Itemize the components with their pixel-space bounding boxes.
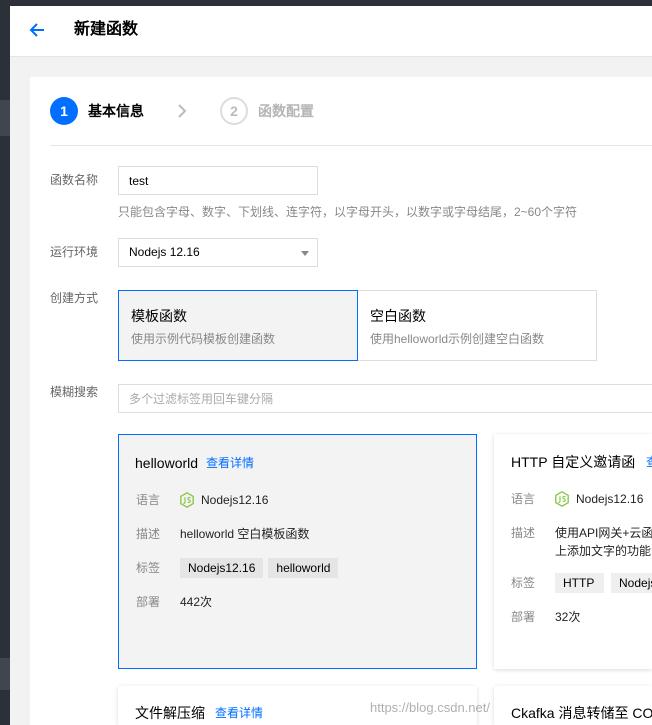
chevron-right-icon xyxy=(177,103,187,119)
sidebar-item[interactable] xyxy=(0,658,10,690)
description-line: 上添加文字的功能 xyxy=(555,544,652,558)
language-value: Nodejs12.16 xyxy=(576,492,644,506)
description-label: 描述 xyxy=(511,526,536,540)
card-header: 文件解压缩 查看详情 xyxy=(135,704,263,722)
card-title: helloworld xyxy=(135,455,199,471)
language-label: 语言 xyxy=(511,492,536,506)
caret-down-icon xyxy=(301,251,309,256)
deploys-value: 32次 xyxy=(555,610,581,624)
tag-chip: HTTP xyxy=(555,573,604,593)
card-header: helloworld 查看详情 xyxy=(135,454,254,472)
sidebar-item-active[interactable] xyxy=(0,100,10,136)
language-label: 语言 xyxy=(136,493,161,507)
step-1-label: 基本信息 xyxy=(88,103,144,119)
runtime-label: 运行环境 xyxy=(50,245,99,259)
card-title: Ckafka 消息转储至 CO xyxy=(511,705,652,721)
create-mode-option-blank[interactable]: 空白函数 使用helloworld示例创建空白函数 xyxy=(357,290,597,361)
deploys-label: 部署 xyxy=(511,610,536,624)
tag-chip: Nodejs12.16 xyxy=(180,558,264,578)
create-mode-label: 创建方式 xyxy=(50,291,99,305)
tag-chip: Nodejs xyxy=(611,573,652,593)
back-button[interactable] xyxy=(29,22,45,38)
fuzzy-search-label: 模糊搜索 xyxy=(50,385,99,399)
description-line: 使用API网关+云函 xyxy=(555,526,652,540)
watermark: https://blog.csdn.net/ xyxy=(370,700,490,715)
arrow-left-icon xyxy=(29,23,44,37)
option-desc: 使用示例代码模板创建函数 xyxy=(131,332,276,346)
tag-chip: helloworld xyxy=(268,558,339,578)
tags-label: 标签 xyxy=(511,576,536,590)
create-mode-option-template[interactable]: 模板函数 使用示例代码模板创建函数 xyxy=(118,290,358,361)
option-title: 空白函数 xyxy=(370,308,426,324)
step-2-label: 函数配置 xyxy=(258,103,314,119)
step-2-number: 2 xyxy=(220,97,248,125)
function-name-input[interactable] xyxy=(118,166,318,195)
option-desc: 使用helloworld示例创建空白函数 xyxy=(370,332,545,346)
divider xyxy=(50,145,652,146)
page-title: 新建函数 xyxy=(74,21,139,38)
description-label: 描述 xyxy=(136,527,161,541)
nodejs-icon xyxy=(555,491,569,507)
tags-label: 标签 xyxy=(136,561,161,575)
function-name-help: 只能包含字母、数字、下划线、连字符，以字母开头，以数字或字母结尾，2~60个字符 xyxy=(118,205,578,219)
step-1-number: 1 xyxy=(50,97,78,125)
option-title: 模板函数 xyxy=(131,308,187,324)
runtime-select-value: Nodejs 12.16 xyxy=(129,245,200,259)
deploys-label: 部署 xyxy=(136,595,161,609)
runtime-select[interactable]: Nodejs 12.16 xyxy=(118,238,318,267)
view-details-link[interactable]: 查看详情 xyxy=(215,705,263,721)
function-name-label: 函数名称 xyxy=(50,173,99,187)
view-details-link[interactable]: 查 xyxy=(646,454,652,470)
view-details-link[interactable]: 查看详情 xyxy=(206,455,254,471)
fuzzy-search-input[interactable] xyxy=(118,384,652,413)
nodejs-icon xyxy=(180,492,194,508)
template-card-http-invitation[interactable]: HTTP 自定义邀请函 查 语言 Nodejs12.16 描述 使用API网关+… xyxy=(494,434,652,669)
language-value: Nodejs12.16 xyxy=(201,493,269,507)
description-value: helloworld 空白模板函数 xyxy=(180,527,310,541)
deploys-value: 442次 xyxy=(180,595,213,609)
tag-list: Nodejs12.16 helloworld xyxy=(180,558,339,578)
card-title: 文件解压缩 xyxy=(135,705,205,721)
template-card-helloworld[interactable]: helloworld 查看详情 语言 Nodejs12.16 描述 hellow… xyxy=(118,434,477,669)
card-title: HTTP 自定义邀请函 xyxy=(511,454,636,470)
